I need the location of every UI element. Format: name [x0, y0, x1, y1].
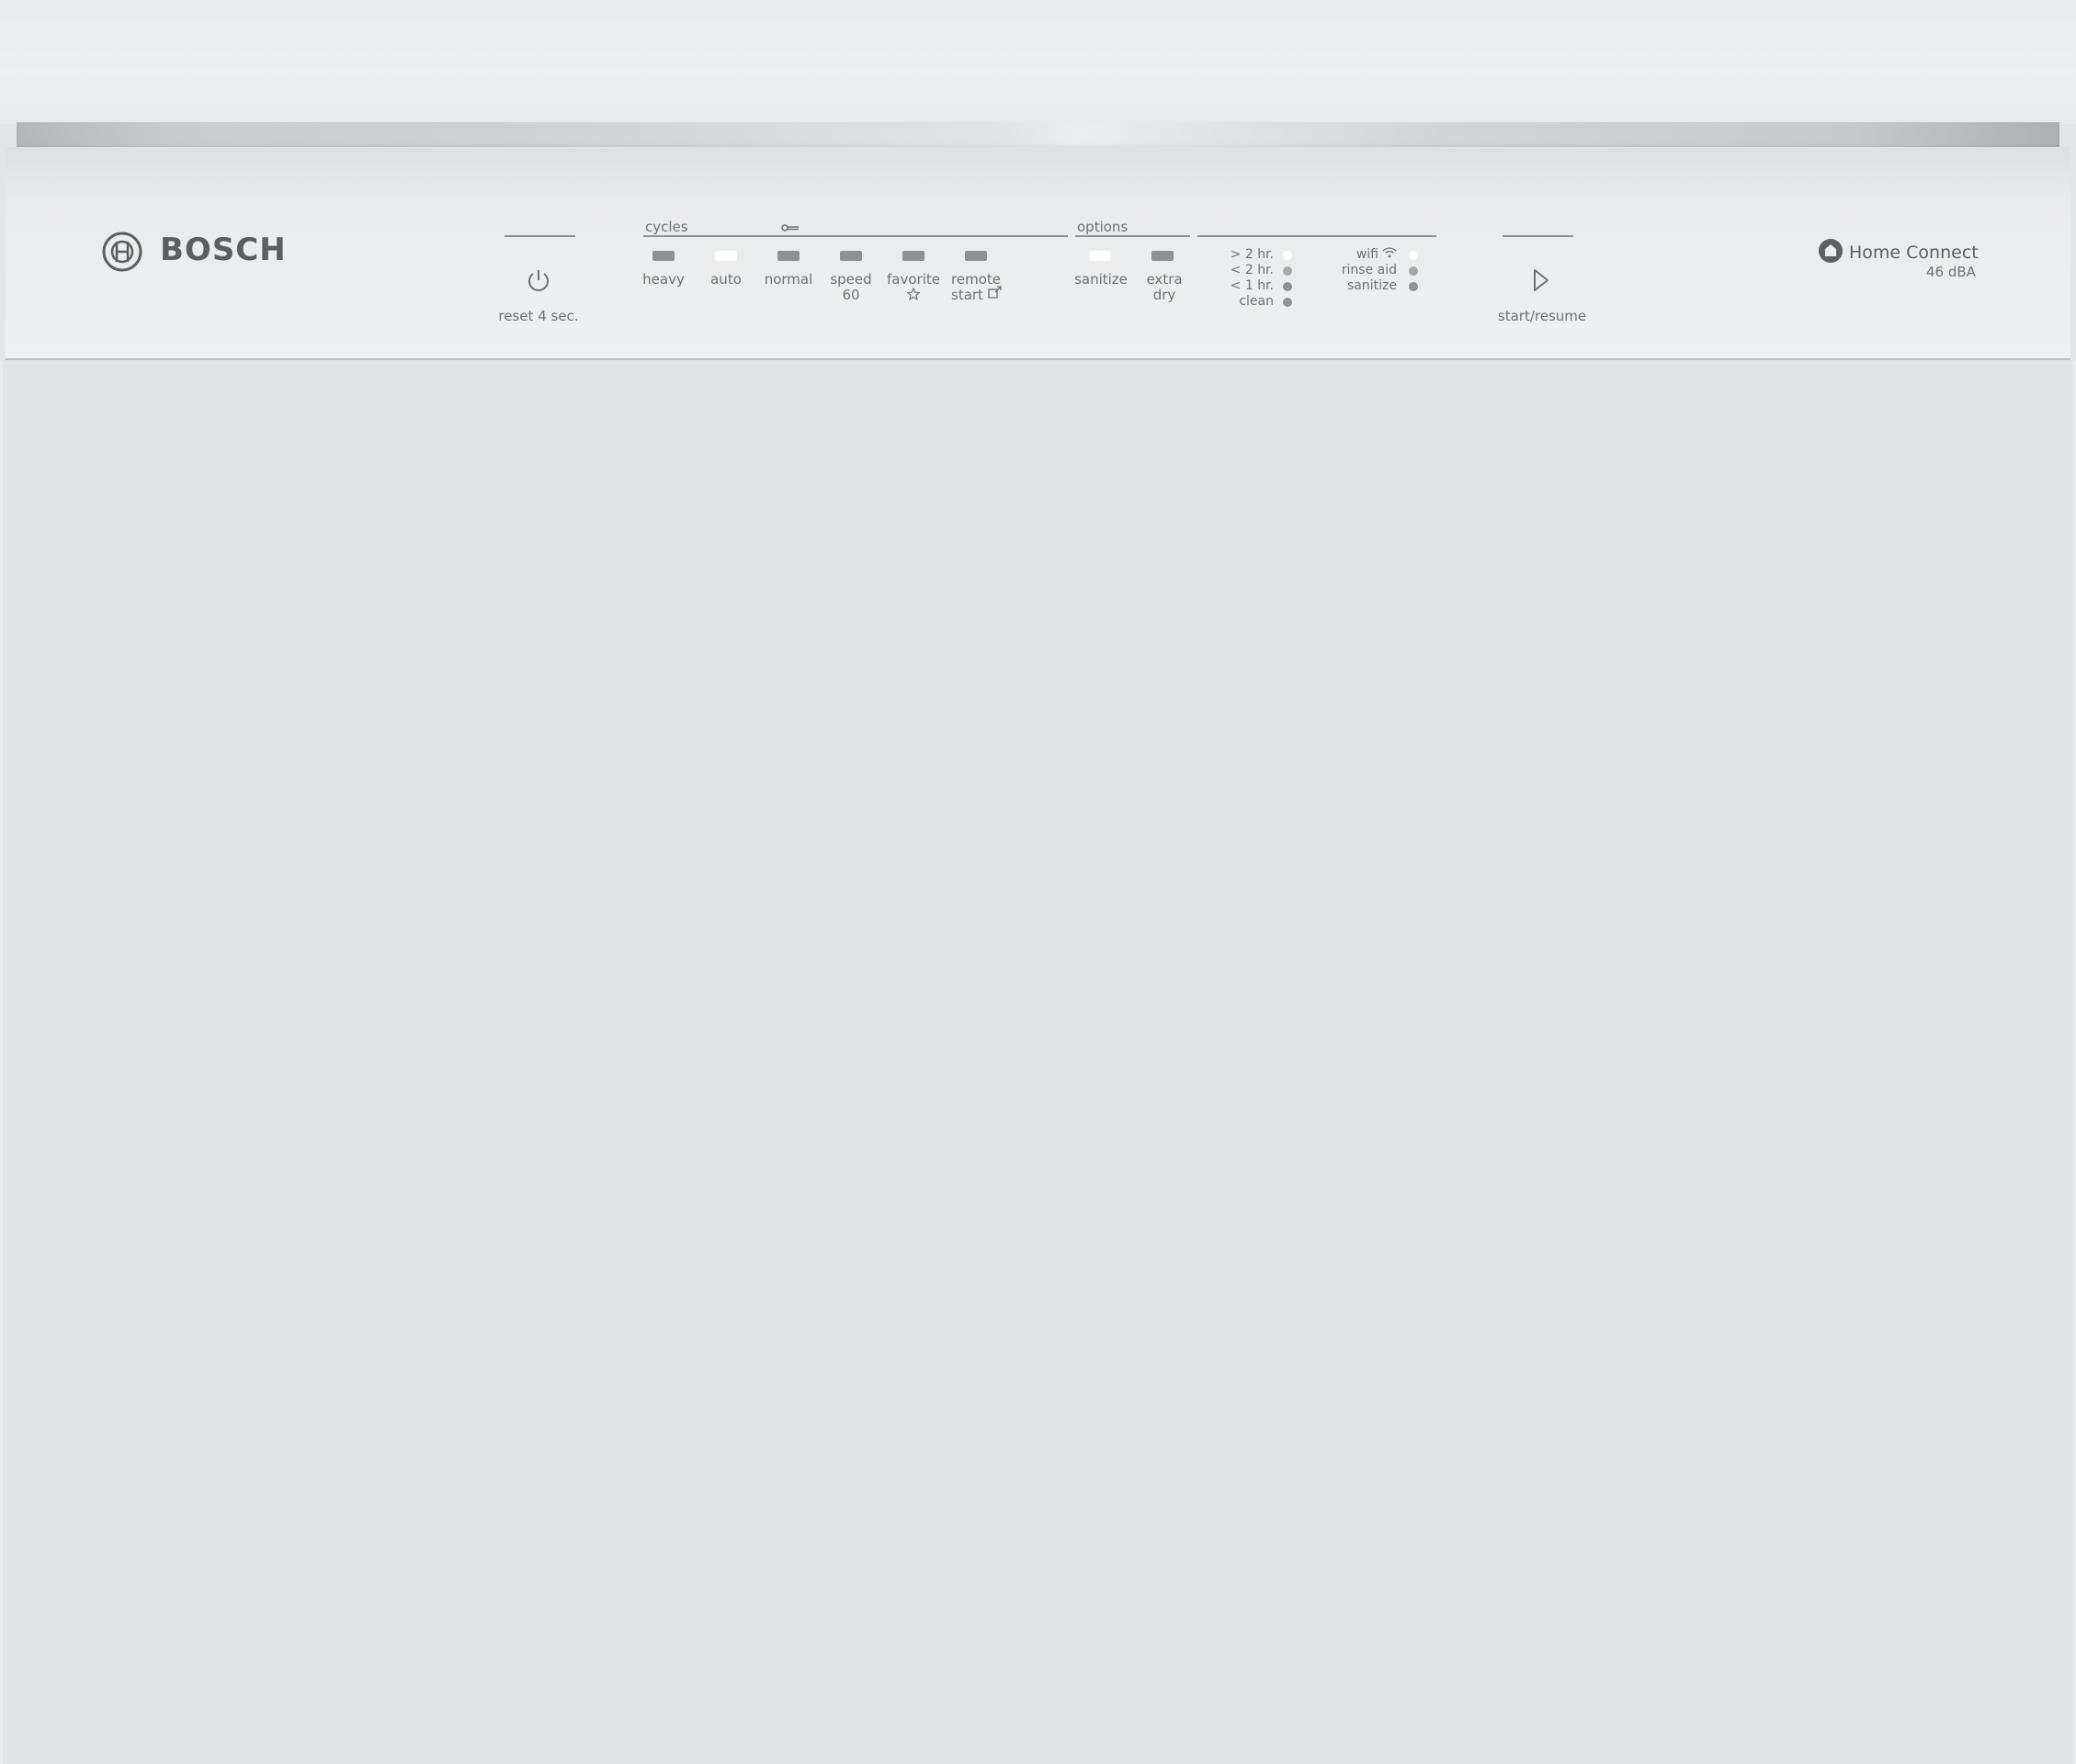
- start-divider: [1503, 235, 1573, 237]
- brand-name: BOSCH: [160, 232, 287, 268]
- noise-rating-label: 46 dBA: [1926, 264, 1976, 280]
- status-divider: [1197, 235, 1436, 237]
- cycle-led-normal: [777, 251, 800, 261]
- sanitize-status-label: sanitize: [1347, 278, 1397, 293]
- start-resume-icon[interactable]: [1530, 267, 1552, 293]
- cycle-led-remote-start: [965, 251, 987, 261]
- power-divider: [505, 235, 575, 237]
- cycle-label-speed: speed: [830, 271, 872, 288]
- door-top-edge: [0, 0, 2076, 124]
- time-status-led: [1283, 266, 1292, 276]
- time-status-led: [1283, 251, 1292, 260]
- cycle-label-favorite: favorite: [887, 271, 940, 288]
- option-led-extra-dry: [1151, 251, 1174, 261]
- power-label: reset 4 sec.: [498, 308, 579, 324]
- cycle-led-heavy: [652, 251, 675, 261]
- wifi-status-label: wifi: [1356, 247, 1378, 262]
- cycle-led-speed: [840, 251, 862, 261]
- wifi-icon: [1382, 247, 1397, 258]
- control-panel: [6, 147, 2070, 360]
- cycles-divider: [643, 235, 1068, 237]
- option-sublabel-dry: dry: [1152, 287, 1176, 303]
- rinse-aid-status-led: [1409, 266, 1418, 276]
- rinse-aid-status-label: rinse aid: [1341, 263, 1397, 277]
- options-divider: [1075, 235, 1190, 237]
- option-label-extra: extra: [1146, 271, 1183, 288]
- cycle-led-auto: [715, 251, 737, 261]
- cycle-label-heavy: heavy: [642, 271, 685, 288]
- cycle-label-auto: auto: [710, 271, 742, 288]
- options-header: options: [1077, 219, 1129, 235]
- home-connect-label: Home Connect: [1849, 243, 1979, 263]
- remote-start-icon: [988, 286, 1002, 299]
- time-status-label: > 2 hr.: [1230, 247, 1274, 262]
- bosch-logo-icon: [102, 232, 142, 272]
- time-status-label: < 1 hr.: [1230, 278, 1274, 293]
- door-panel: [0, 361, 2076, 1764]
- time-status-label: < 2 hr.: [1230, 263, 1274, 277]
- time-status-label: clean: [1239, 294, 1274, 309]
- option-led-sanitize: [1089, 251, 1111, 261]
- home-connect-icon: [1819, 239, 1843, 263]
- start-resume-label: start/resume: [1497, 308, 1587, 324]
- star-icon: [907, 288, 920, 300]
- option-label-sanitize: sanitize: [1074, 271, 1128, 288]
- cycles-header: cycles: [645, 219, 688, 235]
- cycle-sublabel-speed: 60: [842, 287, 860, 303]
- wifi-status-led: [1409, 251, 1418, 260]
- sanitize-status-led: [1409, 282, 1418, 291]
- power-icon[interactable]: [525, 266, 552, 294]
- time-status-led: [1283, 282, 1292, 291]
- cycle-label-normal: normal: [764, 271, 813, 288]
- chrome-trim-strip: [17, 122, 2059, 150]
- time-status-led: [1283, 298, 1292, 307]
- child-lock-key-icon: [781, 224, 799, 232]
- cycle-sublabel-start: start: [951, 287, 983, 303]
- cycle-led-favorite: [902, 251, 925, 261]
